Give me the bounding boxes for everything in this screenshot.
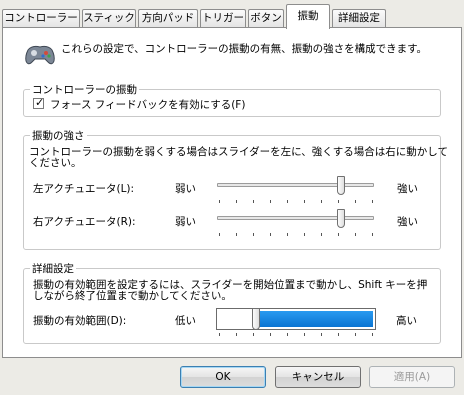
tab-vibration[interactable]: 振動 — [286, 4, 330, 29]
right-actuator-min-label: 弱い — [175, 216, 196, 228]
vibration-range-slider[interactable] — [216, 308, 376, 330]
advanced-group-title: 詳細設定 — [30, 261, 76, 276]
left-actuator-min-label: 弱い — [175, 183, 196, 195]
tab-strip: コントローラー スティック 方向パッド トリガー ボタン 振動 詳細設定 — [2, 4, 462, 29]
range-max-label: 高い — [396, 315, 417, 327]
vibration-range-thumb[interactable] — [252, 308, 260, 330]
range-min-label: 低い — [175, 315, 196, 327]
left-actuator-label: 左アクチュエータ(L): — [33, 183, 135, 195]
range-label: 振動の有効範囲(D): — [33, 315, 127, 327]
right-actuator-slider-thumb[interactable] — [337, 209, 345, 228]
cancel-button[interactable]: キャンセル — [275, 366, 361, 388]
tab-dpad[interactable]: 方向パッド — [138, 9, 198, 28]
vibration-range-fill — [257, 311, 373, 327]
strength-description-line1: コントローラーの振動を弱くする場合はスライダーを左に、強くする場合は右に動かして — [29, 146, 448, 158]
advanced-description-line2: しながら終了位置まで動かしてください。 — [33, 290, 232, 302]
strength-description-line2: ください。 — [29, 157, 82, 169]
right-actuator-slider-track[interactable] — [217, 216, 374, 220]
check-icon: ✓ — [35, 96, 45, 109]
range-ticks — [219, 333, 373, 336]
right-actuator-max-label: 強い — [397, 216, 418, 228]
strength-group-title: 振動の強さ — [30, 128, 87, 143]
right-actuator-label: 右アクチュエータ(R): — [33, 216, 136, 228]
ok-button[interactable]: OK — [180, 366, 266, 388]
left-actuator-slider-thumb[interactable] — [337, 176, 345, 195]
tab-stick[interactable]: スティック — [82, 9, 136, 28]
left-actuator-ticks — [219, 200, 373, 203]
left-actuator-max-label: 強い — [397, 183, 418, 195]
intro-text: これらの設定で、コントローラーの振動の有無、振動の強さを構成できます。 — [61, 43, 428, 55]
force-feedback-label[interactable]: フォース フィードバックを有効にする(F) — [50, 97, 245, 112]
tab-buttons[interactable]: ボタン — [248, 9, 284, 28]
tab-trigger[interactable]: トリガー — [200, 9, 246, 28]
right-actuator-ticks — [219, 233, 373, 236]
apply-button[interactable]: 適用(A) — [369, 366, 455, 388]
tab-advanced[interactable]: 詳細設定 — [332, 9, 386, 28]
left-actuator-slider-track[interactable] — [217, 183, 374, 187]
gamepad-icon — [25, 45, 55, 65]
vibration-group-title: コントローラーの振動 — [30, 82, 139, 97]
tab-controller[interactable]: コントローラー — [2, 9, 80, 28]
force-feedback-checkbox[interactable]: ✓ — [33, 96, 45, 109]
